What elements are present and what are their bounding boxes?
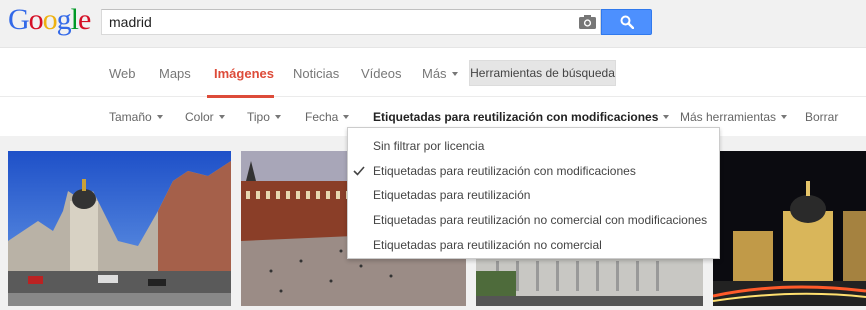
more-tools-filter[interactable]: Más herramientas — [680, 110, 788, 124]
tab-videos[interactable]: Vídeos — [361, 66, 401, 81]
search-tools-button[interactable]: Herramientas de búsqueda — [469, 60, 616, 86]
size-filter-label: Tamaño — [109, 110, 152, 124]
date-filter[interactable]: Fecha — [305, 110, 350, 124]
check-icon — [353, 166, 365, 176]
license-filter-label: Etiquetadas para reutilización con modif… — [373, 110, 659, 124]
more-tools-label: Más herramientas — [680, 110, 777, 124]
type-filter-label: Tipo — [247, 110, 270, 124]
license-filter[interactable]: Etiquetadas para reutilización con modif… — [373, 110, 670, 124]
color-filter[interactable]: Color — [185, 110, 225, 124]
camera-icon[interactable] — [579, 15, 596, 29]
header: Google — [0, 0, 866, 48]
tab-news[interactable]: Noticias — [293, 66, 339, 81]
license-option-noncommercial-modify[interactable]: Etiquetadas para reutilización no comerc… — [373, 213, 707, 227]
size-filter[interactable]: Tamaño — [109, 110, 163, 124]
tab-maps[interactable]: Maps — [159, 66, 191, 81]
license-option-none[interactable]: Sin filtrar por licencia — [373, 139, 484, 153]
date-filter-label: Fecha — [305, 110, 339, 124]
chevron-down-icon — [451, 71, 458, 76]
tab-more[interactable]: Más — [422, 66, 458, 81]
chevron-down-icon — [663, 114, 670, 119]
image-result-4[interactable] — [713, 151, 866, 306]
license-option-noncommercial[interactable]: Etiquetadas para reutilización no comerc… — [373, 238, 602, 252]
color-filter-label: Color — [185, 110, 214, 124]
search-icon — [620, 15, 634, 29]
image-result-1[interactable] — [8, 151, 231, 306]
search-nav: Web Maps Imágenes Noticias Vídeos Más He… — [0, 49, 866, 97]
chevron-down-icon — [274, 114, 281, 119]
license-option-reuse[interactable]: Etiquetadas para reutilización — [373, 188, 530, 202]
chevron-down-icon — [343, 114, 350, 119]
tab-web[interactable]: Web — [109, 66, 136, 81]
type-filter[interactable]: Tipo — [247, 110, 281, 124]
tab-images[interactable]: Imágenes — [214, 66, 274, 81]
license-dropdown: Sin filtrar por licencia Etiquetadas par… — [347, 127, 720, 259]
tab-more-label: Más — [422, 66, 447, 81]
chevron-down-icon — [218, 114, 225, 119]
search-button[interactable] — [601, 9, 652, 35]
clear-button[interactable]: Borrar — [805, 110, 838, 124]
search-input[interactable] — [109, 14, 569, 30]
chevron-down-icon — [781, 114, 788, 119]
license-option-reuse-modify[interactable]: Etiquetadas para reutilización con modif… — [373, 164, 636, 178]
search-box — [101, 9, 601, 35]
google-logo[interactable]: Google — [8, 3, 91, 37]
chevron-down-icon — [156, 114, 163, 119]
